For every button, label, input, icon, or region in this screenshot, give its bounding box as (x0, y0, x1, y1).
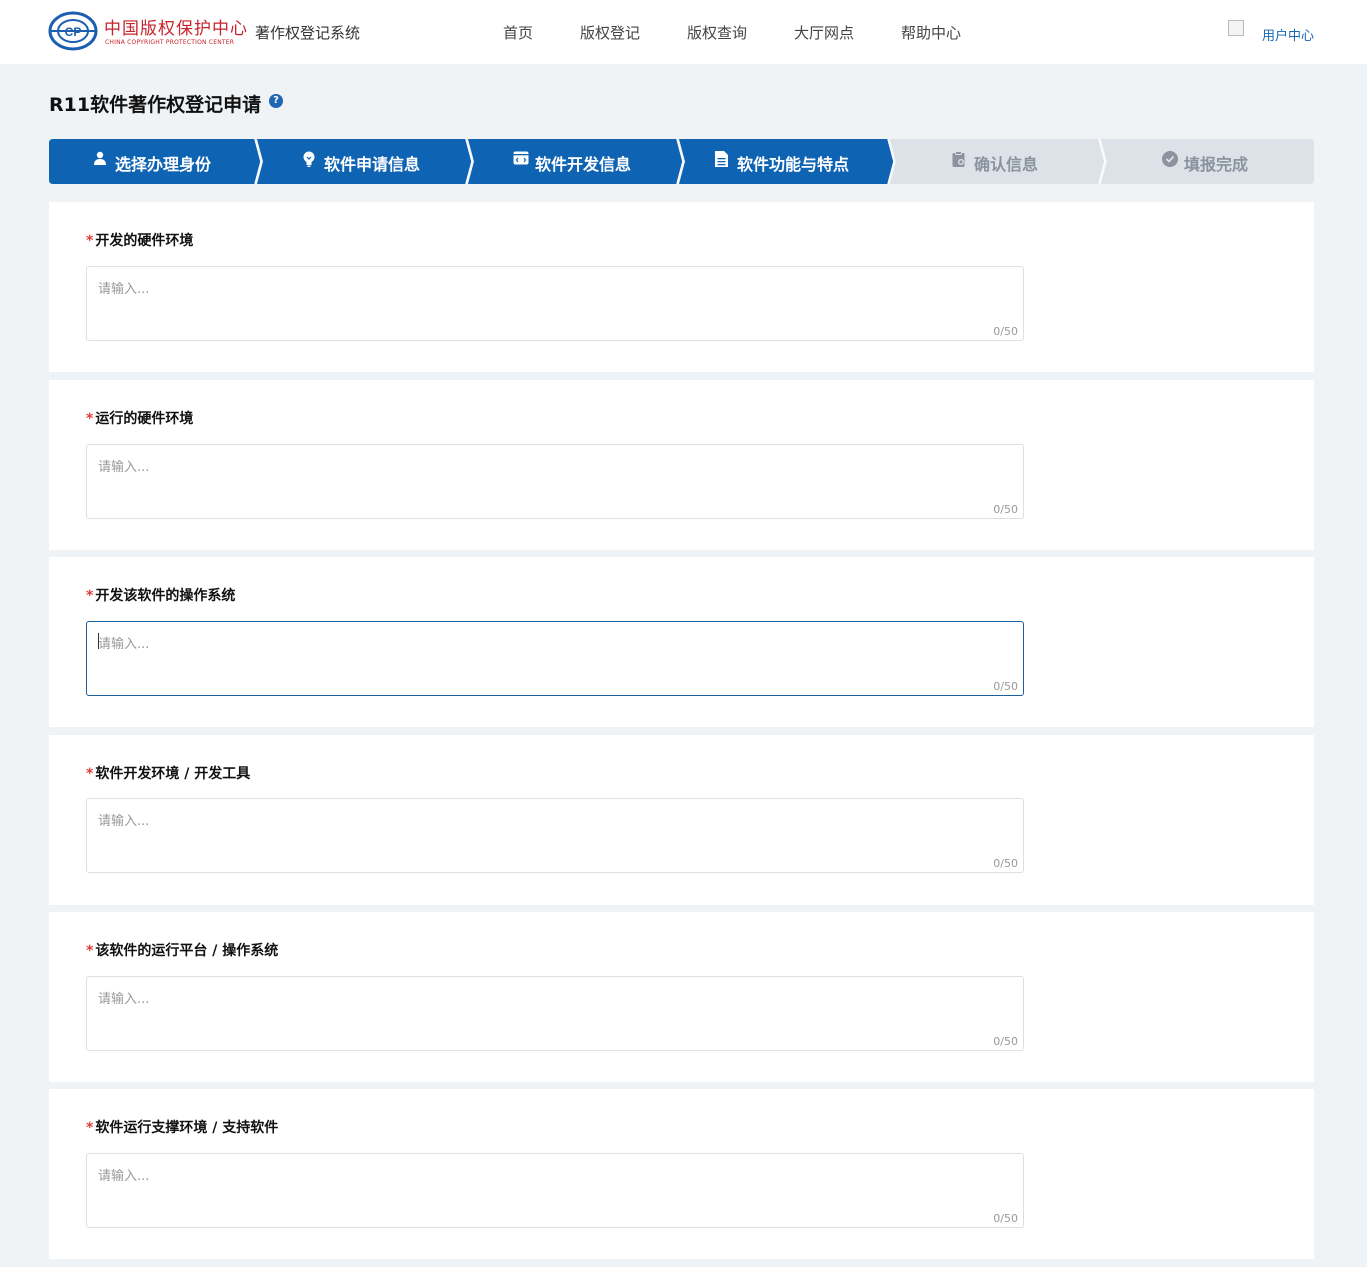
step-label-text: 确认信息 (974, 155, 1039, 174)
textarea-placeholder: 请输入... (98, 814, 150, 829)
help-icon[interactable]: ? (269, 94, 283, 108)
step-label-text: 软件开发信息 (535, 155, 632, 174)
field-label-dev-hardware: * 开发的硬件环境 (86, 233, 194, 249)
nav-home[interactable]: 首页 (503, 22, 533, 43)
step-software-features[interactable]: 软件功能与特点 (715, 151, 849, 175)
char-counter: 0/50 (993, 1212, 1018, 1225)
logo-emblem-icon: CP (48, 11, 98, 51)
field-label-dev-os: * 开发该软件的操作系统 (86, 588, 236, 604)
progress-steps: 选择办理身份 软件申请信息 软件开发信息 软件功能与特点 确认信息 填报完成 (49, 139, 1314, 184)
step-complete[interactable]: 填报完成 (1162, 151, 1248, 175)
step-label-text: 选择办理身份 (115, 155, 212, 174)
form-card-dev-environment: * 软件开发环境 / 开发工具 请输入... 0/50 (49, 735, 1314, 905)
logo-en-text: CHINA COPYRIGHT PROTECTION CENTER (105, 39, 235, 46)
textarea-placeholder: 请输入... (98, 282, 150, 297)
page-title: R11软件著作权登记申请 (49, 94, 262, 116)
run-hardware-textarea[interactable]: 请输入... 0/50 (86, 444, 1024, 519)
required-mark: * (86, 588, 94, 604)
dev-environment-textarea[interactable]: 请输入... 0/50 (86, 798, 1024, 873)
textarea-placeholder: 请输入... (98, 460, 150, 475)
char-counter: 0/50 (993, 857, 1018, 870)
form-card-dev-hardware: * 开发的硬件环境 请输入... 0/50 (49, 202, 1314, 372)
field-label-dev-environment: * 软件开发环境 / 开发工具 (86, 766, 251, 782)
run-platform-textarea[interactable]: 请输入... 0/50 (86, 976, 1024, 1051)
char-counter: 0/50 (993, 325, 1018, 338)
required-mark: * (86, 766, 94, 782)
logo-cn-text: 中国版权保护中心 (104, 19, 248, 39)
field-label-support-software: * 软件运行支撑环境 / 支持软件 (86, 1120, 279, 1136)
step-label-text: 填报完成 (1184, 155, 1249, 174)
avatar[interactable] (1228, 20, 1244, 36)
user-center-area[interactable]: 用户中心 (1228, 20, 1328, 44)
char-counter: 0/50 (993, 1035, 1018, 1048)
logo-mark-text: CP (65, 25, 82, 39)
textarea-placeholder: 请输入... (98, 1169, 150, 1184)
step-label-text: 软件功能与特点 (737, 155, 850, 174)
form-card-run-platform: * 该软件的运行平台 / 操作系统 请输入... 0/50 (49, 912, 1314, 1082)
form-card-run-hardware: * 运行的硬件环境 请输入... 0/50 (49, 380, 1314, 550)
support-software-textarea[interactable]: 请输入... 0/50 (86, 1153, 1024, 1228)
required-mark: * (86, 1120, 94, 1136)
step-label-text: 软件申请信息 (324, 155, 421, 174)
field-label-run-platform: * 该软件的运行平台 / 操作系统 (86, 943, 279, 959)
required-mark: * (86, 233, 94, 249)
step-select-identity[interactable]: 选择办理身份 (93, 151, 211, 175)
text-caret (98, 633, 99, 649)
form-card-support-software: * 软件运行支撑环境 / 支持软件 请输入... 0/50 (49, 1089, 1314, 1259)
dev-os-textarea[interactable]: 请输入... 0/50 (86, 621, 1024, 696)
nav-copyright-query[interactable]: 版权查询 (687, 22, 747, 43)
char-counter: 0/50 (993, 680, 1018, 693)
steps-background (49, 139, 1314, 184)
nav-service-halls[interactable]: 大厅网点 (794, 22, 854, 43)
textarea-placeholder: 请输入... (98, 992, 150, 1007)
textarea-placeholder: 请输入... (98, 637, 150, 652)
required-mark: * (86, 943, 94, 959)
step-software-development-info[interactable]: 软件开发信息 (513, 151, 631, 175)
top-header: CP 中国版权保护中心 CHINA COPYRIGHT PROTECTION C… (0, 0, 1367, 64)
char-counter: 0/50 (993, 503, 1018, 516)
field-label-run-hardware: * 运行的硬件环境 (86, 411, 194, 427)
step-software-application-info[interactable]: 软件申请信息 (302, 151, 420, 175)
system-title: 著作权登记系统 (255, 24, 361, 42)
required-mark: * (86, 411, 94, 427)
step-confirm-info[interactable]: 确认信息 (952, 151, 1038, 175)
nav-help-center[interactable]: 帮助中心 (901, 22, 961, 43)
dev-hardware-textarea[interactable]: 请输入... 0/50 (86, 266, 1024, 341)
site-logo[interactable]: CP 中国版权保护中心 CHINA COPYRIGHT PROTECTION C… (48, 9, 247, 53)
nav-copyright-registration[interactable]: 版权登记 (580, 22, 640, 43)
form-card-dev-os: * 开发该软件的操作系统 请输入... 0/50 (49, 557, 1314, 727)
user-center-link[interactable]: 用户中心 (1262, 25, 1314, 44)
